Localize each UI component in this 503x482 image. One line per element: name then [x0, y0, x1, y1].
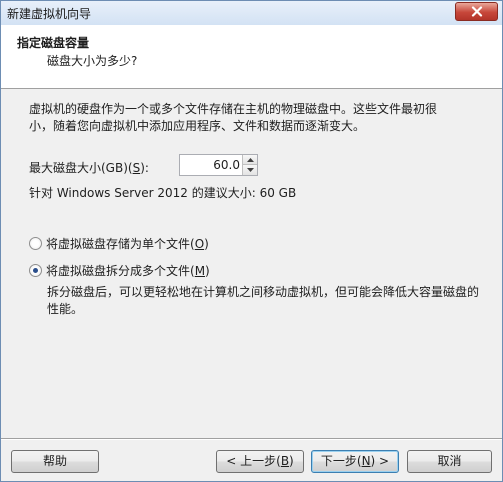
single-file-label-prefix: 将虚拟磁盘存储为单个文件( — [46, 237, 195, 251]
single-file-option[interactable]: 将虚拟磁盘存储为单个文件(O) — [29, 235, 209, 252]
close-icon — [471, 6, 482, 17]
footer-divider — [1, 438, 502, 440]
spin-up-button[interactable] — [242, 155, 257, 165]
disk-size-label-suffix: ): — [140, 161, 149, 175]
arrow-down-icon — [246, 168, 254, 172]
single-file-label-suffix: ) — [204, 237, 209, 251]
wizard-header: 指定磁盘容量 磁盘大小为多少? — [1, 25, 502, 89]
single-file-label[interactable]: 将虚拟磁盘存储为单个文件(O) — [46, 235, 209, 252]
back-label-suffix: ) — [289, 454, 294, 468]
single-file-accelerator: O — [194, 237, 205, 251]
cancel-button[interactable]: 取消 — [407, 450, 492, 473]
back-button[interactable]: < 上一步(B) — [216, 450, 304, 473]
disk-size-spinner[interactable]: 60.0 — [179, 154, 258, 176]
multi-file-option[interactable]: 将虚拟磁盘拆分成多个文件(M) — [29, 262, 210, 279]
back-label-prefix: < 上一步( — [226, 454, 281, 468]
disk-size-label: 最大磁盘大小(GB)(S): — [29, 159, 149, 176]
close-button[interactable] — [455, 2, 498, 21]
page-subtitle: 磁盘大小为多少? — [47, 54, 138, 68]
next-label-prefix: 下一步( — [320, 454, 362, 468]
title-bar[interactable]: 新建虚拟机向导 — [1, 1, 502, 25]
next-label-suffix: ) > — [370, 454, 390, 468]
spin-down-button[interactable] — [242, 165, 257, 175]
arrow-up-icon — [246, 157, 254, 162]
multi-file-desc-line-1: 拆分磁盘后，可以更轻松地在计算机之间移动虚拟机，但可能会降低大容量磁盘的 — [47, 285, 480, 299]
window-title: 新建虚拟机向导 — [7, 7, 92, 21]
multi-file-radio[interactable] — [29, 264, 42, 277]
wizard-window: 新建虚拟机向导 指定磁盘容量 磁盘大小为多少? 虚拟机的硬盘作为一个或多个文件存… — [0, 0, 503, 482]
multi-file-description: 拆分磁盘后，可以更轻松地在计算机之间移动虚拟机，但可能会降低大容量磁盘的 性能。 — [47, 284, 487, 318]
page-title: 指定磁盘容量 — [17, 36, 90, 50]
multi-file-label-prefix: 将虚拟磁盘拆分成多个文件( — [46, 264, 195, 278]
multi-file-label[interactable]: 将虚拟磁盘拆分成多个文件(M) — [46, 262, 210, 279]
single-file-radio[interactable] — [29, 237, 42, 250]
multi-file-label-suffix: ) — [205, 264, 210, 278]
disk-size-input[interactable]: 60.0 — [182, 155, 240, 175]
recommended-size-text: 针对 Windows Server 2012 的建议大小: 60 GB — [29, 186, 297, 200]
next-button[interactable]: 下一步(N) > — [311, 450, 399, 473]
description-line-1: 虚拟机的硬盘作为一个或多个文件存储在主机的物理磁盘中。这些文件最初很 — [29, 102, 438, 116]
description-line-2: 小，随着您向虚拟机中添加应用程序、文件和数据而逐渐变大。 — [29, 119, 366, 133]
disk-description: 虚拟机的硬盘作为一个或多个文件存储在主机的物理磁盘中。这些文件最初很 小，随着您… — [29, 101, 469, 135]
disk-size-label-prefix: 最大磁盘大小(GB)( — [29, 161, 133, 175]
help-button[interactable]: 帮助 — [11, 450, 99, 473]
next-accelerator: N — [361, 454, 371, 468]
back-accelerator: B — [280, 454, 290, 468]
multi-file-desc-line-2: 性能。 — [47, 302, 84, 316]
multi-file-accelerator: M — [194, 264, 206, 278]
